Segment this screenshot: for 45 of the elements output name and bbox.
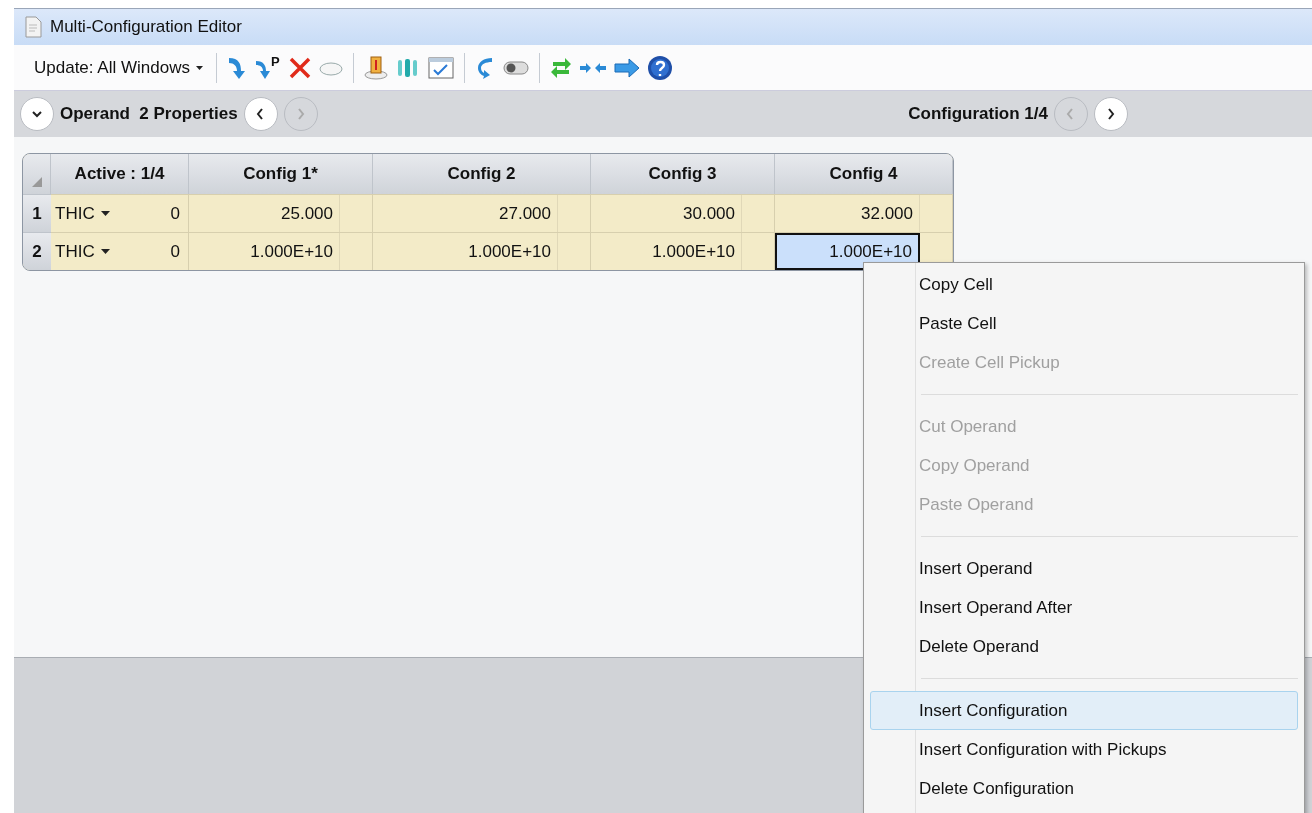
window-title: Multi-Configuration Editor: [50, 16, 242, 39]
next-configuration-button[interactable]: [1094, 97, 1128, 131]
column-header: Config 1*: [189, 154, 373, 194]
column-header: Config 3: [591, 154, 775, 194]
delete-icon[interactable]: [287, 55, 312, 80]
table-cell[interactable]: 1.000E+10: [373, 233, 558, 270]
properties-label: Operand 2 Properties: [60, 103, 238, 126]
column-header: Config 4: [775, 154, 953, 194]
collapse-button[interactable]: [20, 97, 54, 131]
checkbox-window-icon[interactable]: [426, 55, 455, 80]
row-number: 2: [23, 232, 51, 270]
corner-triangle-icon: [31, 177, 42, 187]
menu-item[interactable]: Delete Configuration: [870, 769, 1298, 808]
thermometer-icon[interactable]: [362, 54, 389, 81]
table-cell[interactable]: 1.000E+10: [189, 233, 340, 270]
caret-icon: [100, 249, 110, 254]
operand-dropdown[interactable]: THIC: [55, 238, 110, 265]
toggle-icon[interactable]: [501, 58, 530, 77]
table-cell[interactable]: 32.000: [775, 195, 920, 232]
table-cell[interactable]: 25.000: [189, 195, 340, 232]
operand-dropdown[interactable]: THIC: [55, 200, 110, 227]
document-icon: [24, 16, 42, 38]
right-arrow-icon[interactable]: [612, 57, 641, 78]
table-cell-text: 0: [170, 202, 180, 225]
update-dropdown[interactable]: Update: All Windows: [30, 54, 207, 81]
table-cell[interactable]: 1.000E+10: [775, 233, 920, 270]
row-number: 1: [23, 194, 51, 232]
previous-button[interactable]: [243, 97, 278, 131]
column-header: Active : 1/4: [51, 154, 189, 194]
table-cell[interactable]: 30.000: [591, 195, 742, 232]
configuration-label: Configuration 1/4: [908, 103, 1048, 126]
menu-item[interactable]: Delete Operand: [870, 627, 1298, 666]
column-header: Config 2: [373, 154, 591, 194]
menu-item[interactable]: Insert Configuration with Pickups: [870, 730, 1298, 769]
table-cell[interactable]: 27.000: [373, 195, 558, 232]
caret-icon: [195, 65, 203, 70]
table-cell-text: 0: [170, 240, 180, 263]
help-icon[interactable]: [646, 54, 673, 81]
table-cell[interactable]: 1.000E+10: [591, 233, 742, 270]
menu-item[interactable]: Insert Operand After: [870, 588, 1298, 627]
menu-item[interactable]: Insert Operand: [870, 549, 1298, 588]
menu-item[interactable]: Paste Cell: [870, 304, 1298, 343]
converge-arrows-icon[interactable]: [578, 60, 607, 75]
caret-icon: [100, 211, 110, 216]
menu-item[interactable]: Insert Configuration: [870, 691, 1298, 730]
